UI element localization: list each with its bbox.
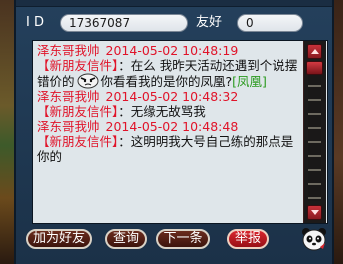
scroll-thumb[interactable] (306, 61, 323, 75)
add-friend-button[interactable]: 加为好友 (26, 229, 92, 249)
friendship-field: 0 (237, 14, 303, 32)
item-link[interactable]: [凤凰] (232, 74, 267, 89)
message-text: ：无缘无故骂我 (118, 104, 206, 119)
chat-history-box[interactable]: 泽东哥我帅 2014-05-02 10:48:19 【新朋友信件】：在么 我昨天活… (32, 40, 328, 224)
message-window: I D 17367087 友好 0 泽东哥我帅 2014-05-02 10:48:… (14, 0, 334, 264)
message-body: 【新朋友信件】：这明明我大号自己练的那点是你的 (37, 134, 299, 164)
message-header: 泽东哥我帅 2014-05-02 10:48:48 (37, 119, 299, 134)
message-body: 【新朋友信件】：在么 我昨天活动还遇到个说摆错价的 你看看我的是你的凤凰?[凤凰… (37, 58, 299, 89)
message-body: 【新朋友信件】：无缘无故骂我 (37, 104, 299, 119)
sender-name[interactable]: 泽东哥我帅 (37, 89, 100, 104)
message-header: 泽东哥我帅 2014-05-02 10:48:19 (37, 43, 299, 58)
scroll-track[interactable] (308, 63, 321, 201)
scroll-down-icon[interactable] (307, 205, 322, 220)
letter-tag: 【新朋友信件】 (37, 58, 119, 73)
sender-name[interactable]: 泽东哥我帅 (37, 43, 100, 58)
inspect-button[interactable]: 查询 (105, 229, 147, 249)
chat-content: 泽东哥我帅 2014-05-02 10:48:19 【新朋友信件】：在么 我昨天活… (37, 43, 299, 223)
message-text-continued: 你看看我的是你的凤凰? (100, 74, 233, 89)
letter-tag: 【新朋友信件】 (37, 104, 119, 119)
next-message-button[interactable]: 下一条 (156, 229, 210, 249)
message-time: 2014-05-02 10:48:19 (105, 43, 239, 58)
id-field: 17367087 (60, 14, 188, 32)
id-label: I D (26, 15, 44, 30)
friendship-label: 友好 (196, 15, 223, 30)
background-scene-right (333, 0, 343, 264)
window-top-strip (16, 0, 332, 7)
message-header: 泽东哥我帅 2014-05-02 10:48:32 (37, 89, 299, 104)
message-time: 2014-05-02 10:48:32 (105, 89, 239, 104)
sender-name[interactable]: 泽东哥我帅 (37, 119, 100, 134)
message-time: 2014-05-02 10:48:48 (105, 119, 239, 134)
face-emoji-icon (77, 73, 99, 89)
chat-scrollbar[interactable] (303, 41, 326, 223)
report-button[interactable]: 举报 (227, 229, 269, 249)
scroll-up-icon[interactable] (307, 44, 322, 59)
letter-tag: 【新朋友信件】 (37, 134, 119, 149)
panda-icon[interactable] (301, 227, 327, 251)
